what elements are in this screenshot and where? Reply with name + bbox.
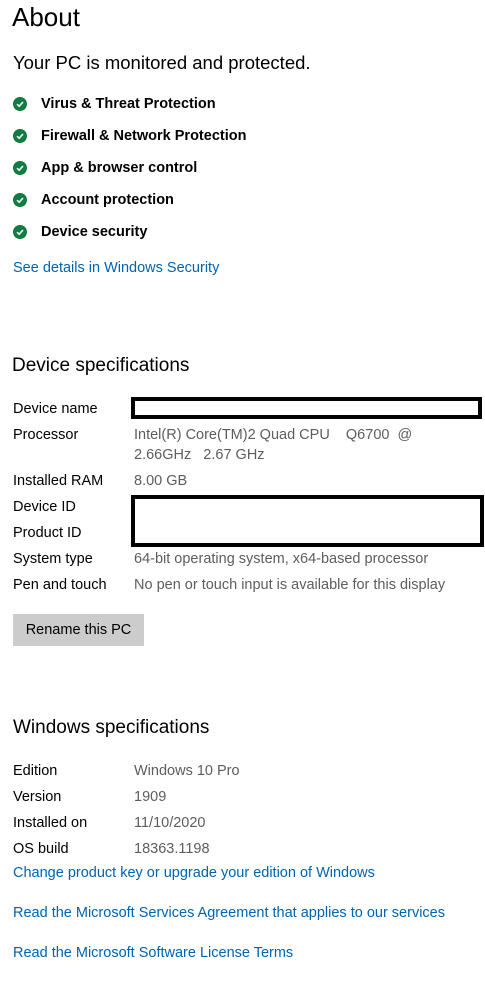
- installed-on-value: 11/10/2020: [134, 815, 206, 831]
- change-product-key-link[interactable]: Change product key or upgrade your editi…: [13, 865, 375, 881]
- processor-value-line1: Intel(R) Core(TM)2 Quad CPU Q6700 @: [134, 427, 413, 443]
- pen-touch-value: No pen or touch input is available for t…: [134, 577, 446, 593]
- pen-touch-label: Pen and touch: [13, 577, 107, 593]
- os-build-label: OS build: [13, 841, 69, 857]
- security-status-heading: Your PC is monitored and protected.: [13, 52, 311, 73]
- check-circle-icon: [13, 193, 27, 207]
- protection-item-device-security: Device security: [13, 220, 147, 244]
- installed-on-label: Installed on: [13, 815, 88, 831]
- os-build-value: 18363.1198: [134, 841, 210, 857]
- check-circle-icon: [13, 161, 27, 175]
- protection-item-virus: Virus & Threat Protection: [13, 92, 216, 116]
- ram-label: Installed RAM: [13, 473, 104, 489]
- edition-label: Edition: [13, 763, 58, 779]
- device-name-redaction: [131, 397, 482, 419]
- license-terms-link[interactable]: Read the Microsoft Software License Term…: [13, 945, 293, 961]
- protection-item-label: Virus & Threat Protection: [41, 96, 216, 112]
- device-name-label: Device name: [13, 401, 98, 417]
- check-circle-icon: [13, 225, 27, 239]
- device-specs-heading: Device specifications: [12, 355, 190, 376]
- ram-value: 8.00 GB: [134, 473, 188, 489]
- check-circle-icon: [13, 129, 27, 143]
- protection-item-label: Firewall & Network Protection: [41, 128, 247, 144]
- protection-item-label: Device security: [41, 224, 148, 240]
- see-details-link[interactable]: See details in Windows Security: [13, 260, 219, 276]
- protection-item-label: App & browser control: [41, 160, 198, 176]
- protection-item-label: Account protection: [41, 192, 174, 208]
- rename-pc-button[interactable]: Rename this PC: [13, 614, 144, 646]
- windows-specs-heading: Windows specifications: [13, 717, 210, 738]
- device-product-id-redaction: [131, 495, 484, 547]
- system-type-value: 64-bit operating system, x64-based proce…: [134, 551, 429, 567]
- system-type-label: System type: [13, 551, 93, 567]
- check-circle-icon: [13, 97, 27, 111]
- product-id-label: Product ID: [13, 525, 82, 541]
- device-id-label: Device ID: [13, 499, 76, 515]
- protection-item-account: Account protection: [13, 188, 174, 212]
- version-label: Version: [13, 789, 62, 805]
- protection-item-app-browser: App & browser control: [13, 156, 197, 180]
- version-value: 1909: [134, 789, 167, 805]
- processor-label: Processor: [13, 427, 79, 443]
- page-title: About: [12, 2, 80, 32]
- processor-value-line2: 2.66GHz 2.67 GHz: [134, 447, 265, 463]
- edition-value: Windows 10 Pro: [134, 763, 240, 779]
- protection-item-firewall: Firewall & Network Protection: [13, 124, 246, 148]
- services-agreement-link[interactable]: Read the Microsoft Services Agreement th…: [13, 905, 445, 921]
